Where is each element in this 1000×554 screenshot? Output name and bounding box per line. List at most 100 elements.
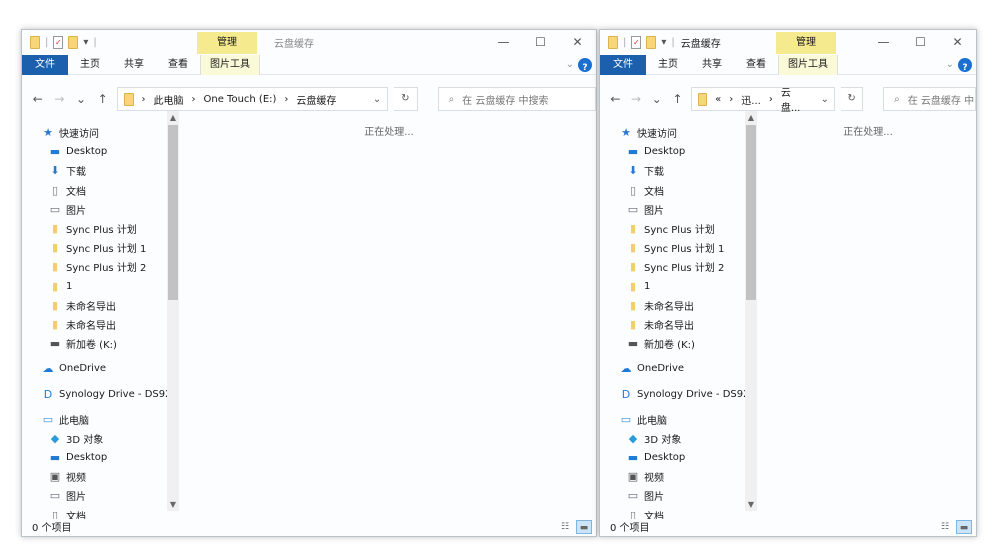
address-bar[interactable]: › 此电脑 › One Touch (E:) › 云盘缓存 ⌄ [116, 87, 389, 111]
address-dropdown-icon[interactable]: ⌄ [816, 94, 834, 105]
nav-item[interactable]: ▮ 未命名导出 [22, 296, 180, 315]
nav-item[interactable]: ☁ OneDrive [22, 359, 180, 378]
nav-item[interactable]: ▬ Desktop [600, 448, 758, 467]
nav-item[interactable]: ▮ 未命名导出 [600, 315, 758, 334]
nav-item[interactable]: ▯文档✎ [600, 181, 758, 200]
search-input[interactable]: ⌕ 在 云盘缓存 中搜索 [437, 87, 596, 111]
new-folder-icon[interactable] [68, 36, 79, 49]
scroll-down-arrow[interactable]: ▼ [167, 500, 179, 509]
tab-manage[interactable]: 管理 [776, 32, 836, 54]
tab-home[interactable]: 主页 [68, 55, 112, 75]
breadcrumb-segment[interactable]: 云盘缓存 [296, 92, 336, 107]
nav-scrollbar[interactable]: ▲ ▼ [167, 111, 179, 511]
nav-item[interactable]: ▬ 新加卷 (K:) [600, 334, 758, 353]
scrollbar-thumb[interactable] [746, 125, 756, 300]
details-view-button[interactable]: ☷ [557, 520, 573, 534]
minimize-button[interactable]: — [485, 30, 522, 55]
nav-item[interactable]: ▮ 未命名导出 [600, 296, 758, 315]
nav-item[interactable]: ▬Desktop✎ [22, 142, 180, 161]
tab-file[interactable]: 文件 [22, 54, 68, 75]
customize-dropdown-icon[interactable]: ▾ [661, 37, 666, 48]
nav-item[interactable]: ☁ OneDrive [600, 359, 758, 378]
nav-item[interactable]: ▮Sync Plus 计划 2✎ [600, 257, 758, 276]
close-button[interactable]: ✕ [559, 30, 596, 55]
maximize-button[interactable]: ☐ [522, 30, 559, 55]
help-icon[interactable]: ? [578, 58, 592, 73]
breadcrumb-segment[interactable]: 此电脑 [154, 92, 184, 107]
scroll-up-arrow[interactable]: ▲ [745, 113, 757, 122]
tab-home[interactable]: 主页 [646, 55, 690, 75]
tab-file[interactable]: 文件 [600, 54, 646, 75]
nav-item[interactable]: ▣ 视频 [22, 467, 180, 486]
tab-picture-tools[interactable]: 图片工具 [200, 54, 260, 75]
back-button[interactable]: ← [30, 92, 46, 106]
nav-item[interactable]: ▭ 此电脑 [22, 410, 180, 429]
recent-locations-icon[interactable]: ⌄ [73, 92, 89, 106]
scrollbar-thumb[interactable] [168, 125, 178, 300]
breadcrumb-segment[interactable]: 云盘... [781, 84, 808, 114]
up-button[interactable]: ↑ [670, 92, 685, 106]
nav-item[interactable]: ▭图片✎ [22, 200, 180, 219]
scroll-up-arrow[interactable]: ▲ [167, 113, 179, 122]
tab-picture-tools[interactable]: 图片工具 [778, 54, 838, 75]
nav-item[interactable]: ▭ 图片 [22, 486, 180, 505]
forward-button[interactable]: → [629, 92, 644, 106]
breadcrumb-segment[interactable]: « [715, 94, 721, 105]
nav-item[interactable]: ★ 快速访问 [22, 123, 180, 142]
nav-item[interactable]: ▬ 新加卷 (K:) [22, 334, 180, 353]
nav-item[interactable]: ⬇下载✎ [22, 161, 180, 180]
tab-view[interactable]: 查看 [156, 55, 200, 75]
address-bar[interactable]: « › 迅... › 云盘... ⌄ [690, 84, 835, 114]
nav-item[interactable]: ▮Sync Plus 计划✎ [600, 219, 758, 238]
nav-item[interactable]: ⬇下载✎ [600, 161, 758, 180]
large-icons-view-button[interactable]: ▬ [576, 520, 592, 534]
nav-item[interactable]: ▮Sync Plus 计划 1✎ [600, 238, 758, 257]
nav-item[interactable]: ▮ 1 [22, 277, 180, 296]
refresh-button[interactable]: ↻ [840, 87, 864, 111]
large-icons-view-button[interactable]: ▬ [956, 520, 972, 534]
help-icon[interactable]: ? [958, 58, 972, 73]
new-folder-icon[interactable] [646, 36, 657, 49]
maximize-button[interactable]: ☐ [902, 30, 939, 55]
nav-item[interactable]: ▮Sync Plus 计划 2✎ [22, 257, 180, 276]
nav-item[interactable]: ◆ 3D 对象 [600, 429, 758, 448]
nav-item[interactable]: ▣ 视频 [600, 467, 758, 486]
tab-share[interactable]: 共享 [690, 55, 734, 75]
minimize-button[interactable]: — [865, 30, 902, 55]
nav-item[interactable]: ▮Sync Plus 计划 1✎ [22, 238, 180, 257]
customize-dropdown-icon[interactable]: ▾ [83, 37, 88, 48]
tab-view[interactable]: 查看 [734, 55, 778, 75]
nav-scrollbar[interactable]: ▲ ▼ [745, 111, 757, 511]
details-view-button[interactable]: ☷ [937, 520, 953, 534]
nav-item[interactable]: ▬ Desktop [22, 448, 180, 467]
breadcrumb-segment[interactable]: One Touch (E:) [204, 94, 277, 105]
nav-item[interactable]: ◆ 3D 对象 [22, 429, 180, 448]
properties-icon[interactable]: ✓ [631, 36, 642, 49]
recent-locations-icon[interactable]: ⌄ [649, 92, 664, 106]
forward-button[interactable]: → [52, 92, 68, 106]
up-button[interactable]: ↑ [95, 92, 111, 106]
close-button[interactable]: ✕ [939, 30, 976, 55]
address-dropdown-icon[interactable]: ⌄ [367, 94, 387, 105]
breadcrumb-segment[interactable]: 迅... [741, 92, 761, 107]
nav-item[interactable]: ▮Sync Plus 计划✎ [22, 219, 180, 238]
nav-item[interactable]: ▭ 此电脑 [600, 410, 758, 429]
nav-item[interactable]: D Synology Drive - DS920 [22, 384, 180, 403]
nav-item[interactable]: ▯文档✎ [22, 181, 180, 200]
nav-item[interactable]: ★ 快速访问 [600, 123, 758, 142]
tab-manage[interactable]: 管理 [197, 32, 257, 54]
back-button[interactable]: ← [608, 92, 623, 106]
expand-ribbon-icon[interactable]: ⌄ [566, 55, 574, 75]
refresh-button[interactable]: ↻ [394, 87, 418, 111]
nav-item[interactable]: D Synology Drive - DS920 [600, 384, 758, 403]
scroll-down-arrow[interactable]: ▼ [745, 500, 757, 509]
properties-icon[interactable]: ✓ [53, 36, 64, 49]
nav-item[interactable]: ▭ 图片 [600, 486, 758, 505]
nav-item[interactable]: ▬Desktop✎ [600, 142, 758, 161]
expand-ribbon-icon[interactable]: ⌄ [946, 55, 954, 75]
nav-item[interactable]: ▭图片✎ [600, 200, 758, 219]
nav-item[interactable]: ▮ 未命名导出 [22, 315, 180, 334]
search-input[interactable]: ⌕ 在 云盘缓存 中 [883, 87, 976, 111]
tab-share[interactable]: 共享 [112, 55, 156, 75]
nav-item[interactable]: ▮ 1 [600, 277, 758, 296]
